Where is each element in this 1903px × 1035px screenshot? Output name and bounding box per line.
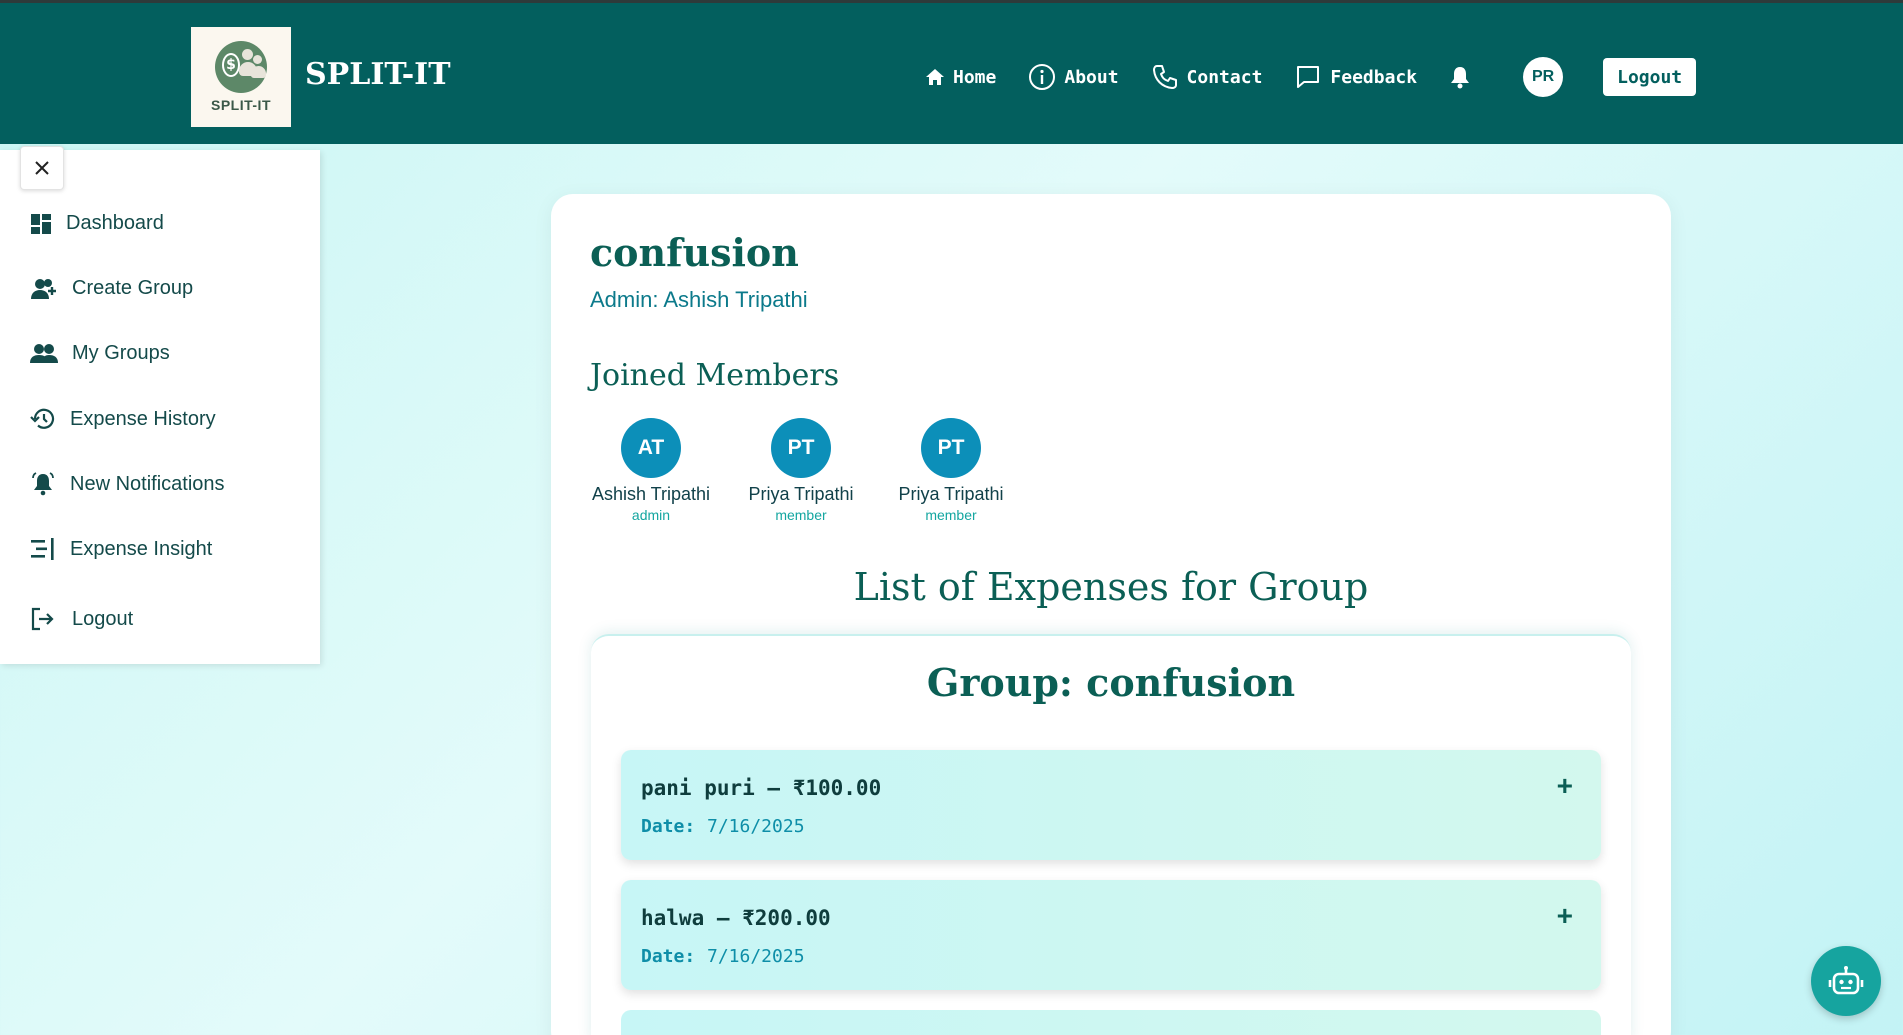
top-navbar: $ SPLIT-IT SPLIT-IT Home About Contact F… [0,0,1903,144]
chat-icon [1297,66,1320,88]
expense-date: 7/16/2025 [707,946,805,967]
notification-bell-icon [32,472,54,496]
nav-feedback[interactable]: Feedback [1294,63,1417,91]
app-logo[interactable]: $ SPLIT-IT [191,27,291,127]
sidebar-item-logout[interactable]: Logout [30,607,133,631]
nav-feedback-label: Feedback [1330,66,1418,88]
logo-icon: $ [215,41,267,93]
close-icon [35,161,49,175]
expand-plus-icon[interactable]: + [1557,770,1573,802]
dashboard-icon [31,213,51,234]
expenses-heading: List of Expenses for Group [853,565,1369,609]
member-role: admin [631,507,671,523]
member-avatar: PT [921,418,981,478]
bell-icon [1451,67,1470,89]
sidebar-item-my-groups[interactable]: My Groups [30,342,170,365]
member-card: PT Priya Tripathi member [881,418,1021,523]
robot-icon [1828,966,1864,995]
member-name: Ashish Tripathi [591,484,711,504]
nav-about[interactable]: About [1028,63,1119,91]
sidebar-item-new-notifications[interactable]: New Notifications [30,472,225,496]
sidebar-item-label: Create Group [72,277,194,299]
notifications-bell[interactable] [1449,65,1471,89]
nav-contact-label: Contact [1186,66,1263,88]
sidebar-item-dashboard[interactable]: Dashboard [30,212,164,235]
logout-icon [31,607,54,631]
chatbot-button[interactable] [1811,946,1881,1016]
sidebar-item-label: Dashboard [66,212,164,234]
expense-date: 7/16/2025 [707,816,805,837]
expense-date-label: Date: [641,946,696,967]
add-user-icon [31,278,56,299]
expense-item-partial[interactable] [621,1010,1601,1035]
nav-home[interactable]: Home [925,67,996,88]
member-avatar: PT [771,418,831,478]
logout-button[interactable]: Logout [1603,58,1697,96]
home-icon [926,69,944,85]
member-card: PT Priya Tripathi member [731,418,871,523]
member-role: member [775,507,827,523]
member-role: member [925,507,977,523]
sidebar-item-label: My Groups [72,342,170,364]
sidebar-item-label: Logout [72,607,134,630]
history-icon [30,408,55,429]
expenses-group-label: Group: confusion [926,660,1296,705]
expense-title: pani puri – ₹100.00 [641,776,882,800]
main-nav: Home About Contact Feedback PR Logout [925,57,1697,97]
info-icon [1029,64,1056,90]
expense-item[interactable]: pani puri – ₹100.00 Date: 7/16/2025 + [621,750,1601,860]
sidebar-item-label: Expense Insight [70,537,213,560]
user-avatar[interactable]: PR [1523,57,1564,97]
sidebar-item-create-group[interactable]: Create Group [30,277,193,300]
nav-home-label: Home [953,66,997,88]
group-icon [30,343,58,363]
group-admin: Admin: Ashish Tripathi [590,287,808,312]
sidebar-item-expense-history[interactable]: Expense History [30,407,216,431]
group-title: confusion [590,230,799,275]
nav-contact[interactable]: Contact [1151,63,1263,91]
expense-title: halwa – ₹200.00 [641,906,831,930]
logo-text: SPLIT-IT [211,97,271,113]
member-name: Priya Tripathi [748,484,854,504]
member-card: AT Ashish Tripathi admin [581,418,721,523]
phone-icon [1152,65,1177,89]
member-avatar: AT [621,418,681,478]
nav-about-label: About [1064,66,1119,88]
joined-members-heading: Joined Members [590,358,840,393]
insight-icon [31,538,54,560]
expand-plus-icon[interactable]: + [1557,900,1573,932]
expense-date-label: Date: [641,816,696,837]
sidebar-item-expense-insight[interactable]: Expense Insight [30,537,212,561]
expense-item[interactable]: halwa – ₹200.00 Date: 7/16/2025 + [621,880,1601,990]
close-sidebar-button[interactable] [20,146,64,190]
member-name: Priya Tripathi [898,484,1004,504]
sidebar-item-label: Expense History [70,407,216,430]
brand-name[interactable]: SPLIT-IT [305,55,451,95]
sidebar-item-label: New Notifications [70,472,225,495]
